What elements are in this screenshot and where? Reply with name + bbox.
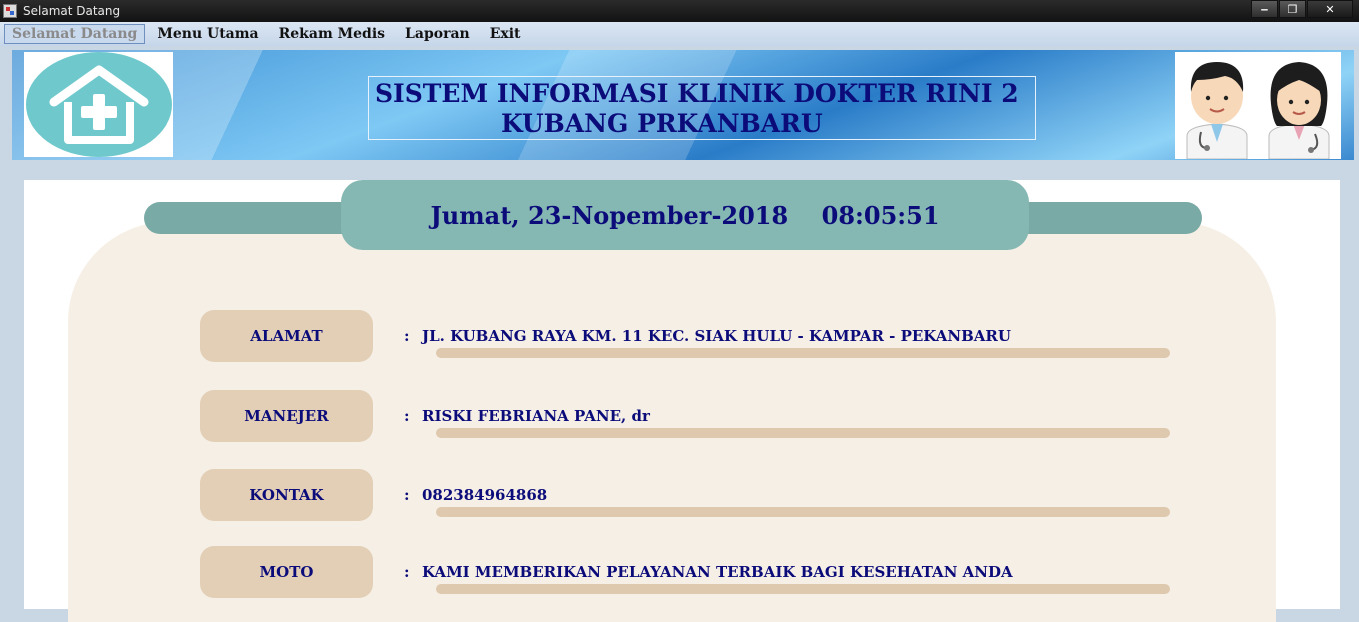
menu-item-exit[interactable]: Exit (482, 24, 529, 44)
info-value-moto: KAMI MEMBERIKAN PELAYANAN TERBAIK BAGI K… (422, 563, 1013, 581)
clinic-logo (24, 52, 173, 157)
clinic-title: SISTEM INFORMASI KLINIK DOKTER RINI 2 KU… (368, 76, 1036, 140)
close-button[interactable]: ✕ (1307, 0, 1353, 18)
clinic-house-cross-icon (25, 52, 172, 157)
info-colon: : (404, 327, 410, 345)
date-ribbon: Jumat, 23-Nopember-2018 08:05:51 (341, 180, 1029, 250)
menu-item-menu-utama[interactable]: Menu Utama (149, 24, 266, 44)
info-row-kontak: KONTAK : 082384964868 (24, 469, 1340, 523)
info-value-alamat: JL. KUBANG RAYA KM. 11 KEC. SIAK HULU - … (422, 327, 1011, 345)
current-datetime: Jumat, 23-Nopember-2018 08:05:51 (430, 200, 940, 230)
header-banner: SISTEM INFORMASI KLINIK DOKTER RINI 2 KU… (12, 50, 1354, 160)
main-panel: Jumat, 23-Nopember-2018 08:05:51 ALAMAT … (24, 180, 1340, 622)
doctors-illustration-icon (1175, 52, 1341, 160)
window-controls: ‒ ❐ ✕ (1251, 0, 1353, 18)
info-colon: : (404, 407, 410, 425)
info-label-alamat: ALAMAT (200, 310, 373, 362)
info-row-manejer: MANEJER : RISKI FEBRIANA PANE, dr (24, 390, 1340, 444)
info-underline (436, 584, 1170, 594)
info-underline (436, 348, 1170, 358)
info-underline (436, 428, 1170, 438)
menu-bar: Selamat Datang Menu Utama Rekam Medis La… (0, 22, 1359, 46)
info-label-moto: MOTO (200, 546, 373, 598)
maximize-button[interactable]: ❐ (1279, 0, 1306, 18)
minimize-button[interactable]: ‒ (1251, 0, 1278, 18)
menu-item-rekam-medis[interactable]: Rekam Medis (271, 24, 393, 44)
clinic-title-line2: KUBANG PRKANBARU (501, 109, 823, 138)
menu-item-selamat-datang[interactable]: Selamat Datang (4, 24, 146, 44)
menu-item-laporan[interactable]: Laporan (397, 24, 478, 44)
info-label-manejer: MANEJER (200, 390, 373, 442)
window-title: Selamat Datang (23, 4, 121, 18)
window-title-bar[interactable]: Selamat Datang ‒ ❐ ✕ (0, 0, 1359, 22)
info-value-manejer: RISKI FEBRIANA PANE, dr (422, 407, 650, 425)
info-value-kontak: 082384964868 (422, 486, 548, 504)
info-label-kontak: KONTAK (200, 469, 373, 521)
info-row-moto: MOTO : KAMI MEMBERIKAN PELAYANAN TERBAIK… (24, 546, 1340, 600)
info-colon: : (404, 486, 410, 504)
clinic-title-line1: SISTEM INFORMASI KLINIK DOKTER RINI 2 (375, 79, 1019, 108)
app-icon[interactable] (3, 4, 17, 18)
info-row-alamat: ALAMAT : JL. KUBANG RAYA KM. 11 KEC. SIA… (24, 310, 1340, 364)
info-underline (436, 507, 1170, 517)
info-colon: : (404, 563, 410, 581)
